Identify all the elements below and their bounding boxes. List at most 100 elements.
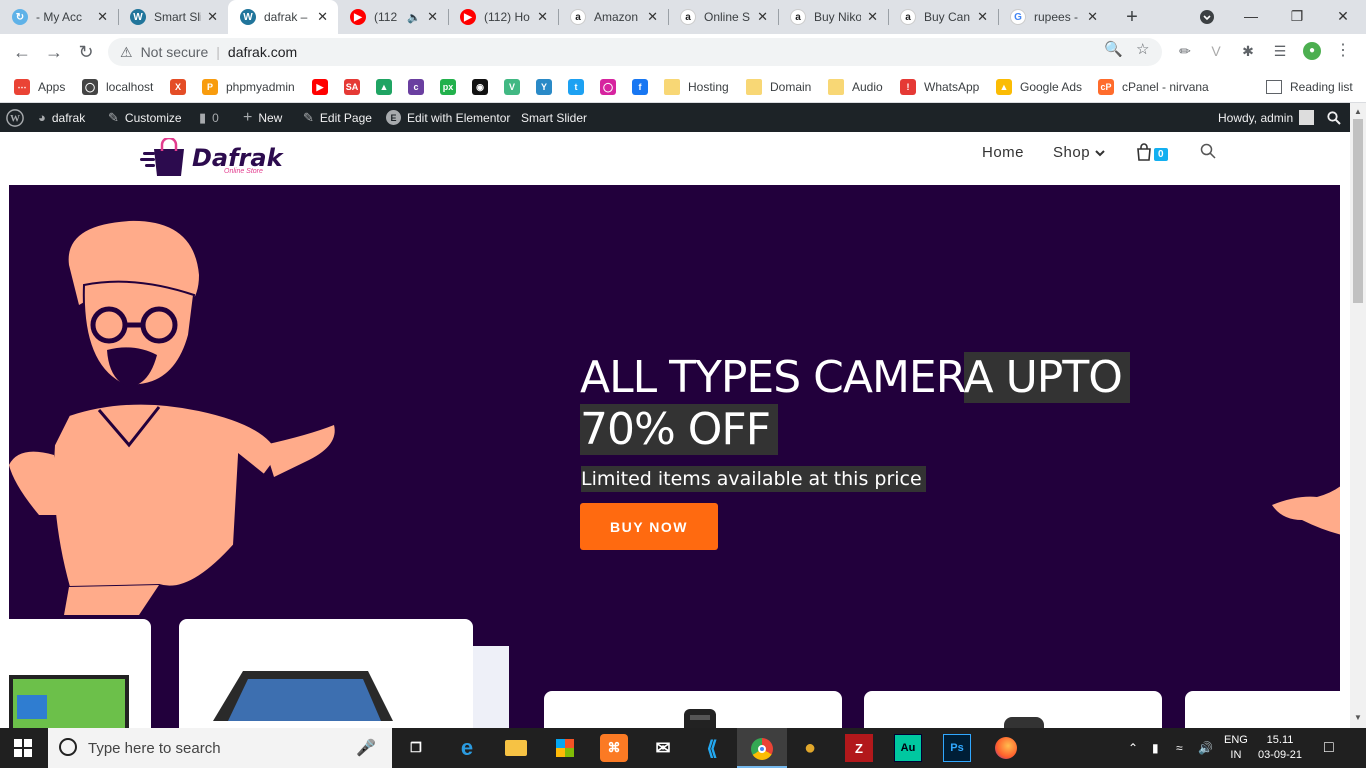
close-tab-icon[interactable]: ✕ — [757, 9, 768, 25]
product-card[interactable] — [179, 619, 473, 728]
photoshop-icon[interactable]: Ps — [943, 734, 971, 762]
bookmark-google-ads[interactable]: ▲ Google Ads — [996, 77, 1082, 97]
close-tab-icon[interactable]: ✕ — [97, 9, 108, 25]
scroll-thumb[interactable] — [1353, 119, 1363, 303]
bookmark-instagram[interactable]: ◯ — [600, 77, 624, 97]
edit-page-link[interactable]: ✎ Edit Page — [303, 103, 372, 132]
filezilla-icon[interactable]: Z — [845, 734, 873, 762]
menu-home[interactable]: Home — [982, 144, 1024, 161]
mail-icon[interactable]: ✉ — [649, 734, 677, 762]
bookmark-yoast[interactable]: Y — [536, 77, 560, 97]
bookmark-apps[interactable]: ⋯ Apps — [14, 77, 65, 97]
bookmark-vue[interactable]: V — [504, 77, 528, 97]
audio-playing-icon[interactable]: 🔈 — [407, 11, 421, 24]
admin-search-icon[interactable] — [1327, 103, 1341, 132]
notification-icon[interactable]: □ — [1324, 728, 1334, 768]
chrome-menu-icon[interactable]: ⋮ — [1334, 42, 1352, 60]
tab[interactable]: W Smart Sli ✕ — [118, 0, 228, 34]
close-tab-icon[interactable]: ✕ — [977, 9, 988, 25]
buy-now-button[interactable]: BUY NOW — [580, 503, 718, 550]
bookmark-circle-play[interactable]: ◉ — [472, 77, 496, 97]
tab[interactable]: ▶ (112 🔈 ✕ — [338, 0, 448, 34]
bookmark-facebook[interactable]: f — [632, 77, 656, 97]
back-icon[interactable]: ← — [10, 40, 34, 64]
page-scrollbar[interactable]: ▲ ▼ — [1350, 103, 1366, 728]
scroll-down-icon[interactable]: ▼ — [1354, 713, 1362, 722]
tab[interactable]: a Buy Niko ✕ — [778, 0, 888, 34]
extensions-puzzle-icon[interactable]: ✱ — [1239, 42, 1257, 60]
edge-icon[interactable]: e — [453, 734, 481, 762]
product-card[interactable] — [1185, 691, 1340, 728]
task-view-icon[interactable]: ❐ — [402, 734, 430, 762]
star-icon[interactable]: ☆ — [1136, 40, 1149, 58]
close-window-icon[interactable]: ✕ — [1320, 0, 1366, 34]
site-search-icon[interactable] — [1200, 143, 1216, 164]
product-card[interactable] — [544, 691, 842, 728]
language-indicator[interactable]: ENG IN — [1224, 728, 1248, 768]
extension-pen-icon[interactable]: ✏ — [1176, 42, 1194, 60]
bookmark-drive[interactable]: ▲ — [376, 77, 400, 97]
audition-icon[interactable]: Au — [894, 734, 922, 762]
extension-vf-icon[interactable]: V — [1207, 42, 1225, 60]
vscode-icon[interactable]: ⟪ — [698, 734, 726, 762]
close-tab-icon[interactable]: ✕ — [1087, 9, 1098, 25]
tab[interactable]: Wdafrak – ✕ — [228, 0, 338, 34]
tray-chevron-icon[interactable]: ⌃ — [1128, 728, 1138, 768]
close-tab-icon[interactable]: ✕ — [537, 9, 548, 25]
edit-elementor-link[interactable]: E Edit with Elementor — [386, 103, 510, 132]
product-card[interactable] — [9, 619, 151, 728]
tab[interactable]: a Amazon ✕ — [558, 0, 668, 34]
close-tab-icon[interactable]: ✕ — [317, 9, 328, 25]
file-explorer-icon[interactable] — [502, 734, 530, 762]
cart-button[interactable]: 0 — [1136, 143, 1168, 161]
bookmark-phpmyadmin[interactable]: Pphpmyadmin — [202, 77, 295, 97]
bookmark-x-logo[interactable]: X — [170, 77, 194, 97]
menu-shop[interactable]: Shop — [1053, 144, 1105, 161]
wifi-icon[interactable]: ≈ — [1176, 728, 1183, 768]
microphone-icon[interactable]: 🎤 — [356, 738, 376, 758]
clock[interactable]: 15.11 03-09-21 — [1258, 728, 1302, 768]
smart-slider-link[interactable]: Smart Slider — [521, 103, 587, 132]
tab[interactable]: Grupees - ✕ — [998, 0, 1108, 34]
store-icon[interactable] — [551, 734, 579, 762]
my-account-link[interactable]: Howdy, admin — [1218, 103, 1315, 132]
url-text[interactable]: dafrak.com — [228, 44, 297, 60]
wordpress-logo-icon[interactable]: W — [6, 103, 24, 132]
app-hat-icon[interactable]: ● — [796, 734, 824, 762]
tab[interactable]: ▶ (112) Ho ✕ — [448, 0, 558, 34]
tab[interactable]: ↻ - My Acc ✕ — [0, 0, 118, 34]
reload-icon[interactable]: ↻ — [74, 40, 98, 64]
bookmark-hosting[interactable]: Hosting — [664, 77, 729, 97]
bookmark-px[interactable]: px — [440, 77, 464, 97]
new-tab-button[interactable]: + — [1120, 5, 1144, 29]
bookmark-twitter[interactable]: t — [568, 77, 592, 97]
zoom-icon[interactable]: 🔍 — [1104, 40, 1123, 58]
product-card[interactable] — [864, 691, 1162, 728]
chrome-taskbar-button[interactable] — [737, 728, 787, 768]
close-tab-icon[interactable]: ✕ — [207, 9, 218, 25]
bookmark-cpanel-nirvana[interactable]: cP cPanel - nirvana — [1098, 77, 1209, 97]
bookmark-colorlib[interactable]: c — [408, 77, 432, 97]
bookmark-audio[interactable]: Audio — [828, 77, 883, 97]
xampp-icon[interactable]: ⌘ — [600, 734, 628, 762]
customize-link[interactable]: ✎ Customize — [108, 103, 182, 132]
tab[interactable]: a Buy Can ✕ — [888, 0, 998, 34]
bookmark-domain[interactable]: Domain — [746, 77, 811, 97]
restore-icon[interactable]: ❐ — [1274, 0, 1320, 34]
bookmark-sa[interactable]: SA — [344, 77, 368, 97]
reading-list-button[interactable]: Reading list — [1266, 77, 1353, 97]
site-logo[interactable]: Dafrak Online Store — [140, 136, 283, 180]
firefox-icon[interactable] — [992, 734, 1020, 762]
forward-icon[interactable]: → — [42, 40, 66, 64]
tab[interactable]: a Online S ✕ — [668, 0, 778, 34]
close-tab-icon[interactable]: ✕ — [867, 9, 878, 25]
battery-icon[interactable]: ▮ — [1152, 728, 1159, 768]
profile-avatar[interactable]: ● — [1303, 42, 1321, 60]
media-control-icon[interactable]: ☰ — [1271, 42, 1289, 60]
taskbar-search-box[interactable]: Type here to search 🎤 — [48, 728, 392, 768]
close-tab-icon[interactable]: ✕ — [647, 9, 658, 25]
scroll-up-icon[interactable]: ▲ — [1354, 107, 1362, 116]
volume-icon[interactable]: 🔊 — [1198, 728, 1213, 768]
comments-link[interactable]: ▮ 0 — [199, 103, 219, 132]
address-bar[interactable]: ⚠ Not secure | dafrak.com — [108, 38, 1162, 66]
